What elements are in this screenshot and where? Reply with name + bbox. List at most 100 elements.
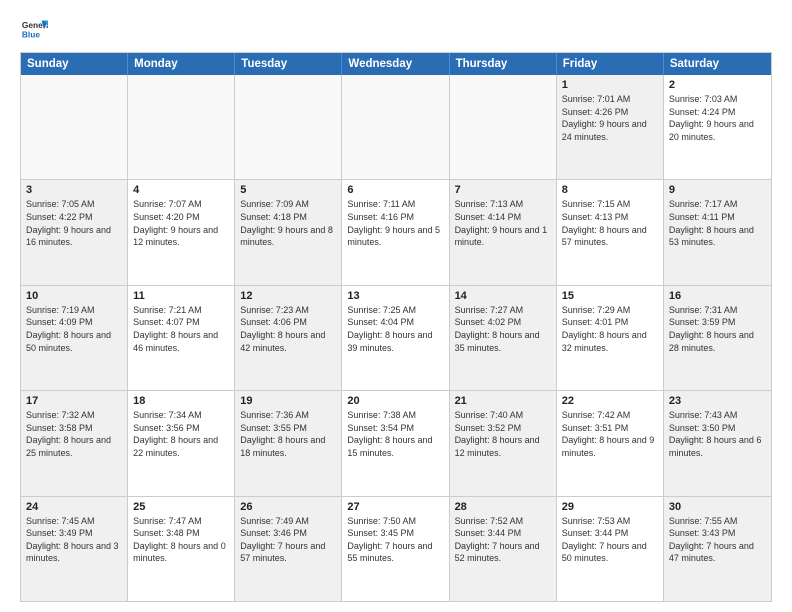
calendar-day-cell: 30 Sunrise: 7:55 AM Sunset: 3:43 PM Dayli… [664,497,771,601]
day-info: Sunrise: 7:19 AM Sunset: 4:09 PM Dayligh… [26,304,122,354]
day-info: Sunrise: 7:01 AM Sunset: 4:26 PM Dayligh… [562,93,658,143]
calendar-day-cell: 25Sunrise: 7:47 AM Sunset: 3:48 PM Dayli… [128,497,235,601]
calendar-day-cell: 6 Sunrise: 7:11 AM Sunset: 4:16 PM Daylig… [342,180,449,284]
day-number: 22 [562,395,658,407]
calendar-day-cell: 21 Sunrise: 7:40 AM Sunset: 3:52 PM Dayli… [450,391,557,495]
day-info: Sunrise: 7:17 AM Sunset: 4:11 PM Dayligh… [669,198,766,248]
day-info: Sunrise: 7:05 AM Sunset: 4:22 PM Dayligh… [26,198,122,248]
day-number: 25 [133,501,229,513]
calendar-day-cell: 27 Sunrise: 7:50 AM Sunset: 3:45 PM Dayli… [342,497,449,601]
calendar-day-cell: 26Sunrise: 7:49 AM Sunset: 3:46 PM Dayli… [235,497,342,601]
day-number: 11 [133,290,229,302]
calendar-day-cell [21,75,128,179]
calendar-day-cell: 3 Sunrise: 7:05 AM Sunset: 4:22 PM Daylig… [21,180,128,284]
page: General Blue SundayMondayTuesdayWednesda… [0,0,792,612]
day-info: Sunrise: 7:40 AM Sunset: 3:52 PM Dayligh… [455,409,551,459]
calendar-week: 10 Sunrise: 7:19 AM Sunset: 4:09 PM Dayli… [21,286,771,391]
calendar-day-cell: 5Sunrise: 7:09 AM Sunset: 4:18 PM Daylig… [235,180,342,284]
calendar-header-cell: Thursday [450,53,557,75]
day-number: 2 [669,79,766,91]
day-number: 15 [562,290,658,302]
day-number: 21 [455,395,551,407]
day-number: 29 [562,501,658,513]
calendar-day-cell: 16 Sunrise: 7:31 AM Sunset: 3:59 PM Dayli… [664,286,771,390]
day-info: Sunrise: 7:15 AM Sunset: 4:13 PM Dayligh… [562,198,658,248]
day-number: 3 [26,184,122,196]
calendar-day-cell: 2 Sunrise: 7:03 AM Sunset: 4:24 PM Daylig… [664,75,771,179]
day-info: Sunrise: 7:55 AM Sunset: 3:43 PM Dayligh… [669,515,766,565]
calendar-day-cell: 13 Sunrise: 7:25 AM Sunset: 4:04 PM Dayli… [342,286,449,390]
day-info: Sunrise: 7:27 AM Sunset: 4:02 PM Dayligh… [455,304,551,354]
calendar-day-cell: 11Sunrise: 7:21 AM Sunset: 4:07 PM Dayli… [128,286,235,390]
day-info: Sunrise: 7:03 AM Sunset: 4:24 PM Dayligh… [669,93,766,143]
day-info: Sunrise: 7:09 AM Sunset: 4:18 PM Dayligh… [240,198,336,248]
calendar-day-cell: 10 Sunrise: 7:19 AM Sunset: 4:09 PM Dayli… [21,286,128,390]
day-number: 7 [455,184,551,196]
calendar-day-cell: 29 Sunrise: 7:53 AM Sunset: 3:44 PM Dayli… [557,497,664,601]
calendar-header-cell: Wednesday [342,53,449,75]
day-number: 23 [669,395,766,407]
calendar-day-cell: 28 Sunrise: 7:52 AM Sunset: 3:44 PM Dayli… [450,497,557,601]
day-number: 18 [133,395,229,407]
calendar-day-cell: 7 Sunrise: 7:13 AM Sunset: 4:14 PM Daylig… [450,180,557,284]
day-number: 10 [26,290,122,302]
calendar-day-cell [342,75,449,179]
day-info: Sunrise: 7:11 AM Sunset: 4:16 PM Dayligh… [347,198,443,248]
day-info: Sunrise: 7:52 AM Sunset: 3:44 PM Dayligh… [455,515,551,565]
day-info: Sunrise: 7:38 AM Sunset: 3:54 PM Dayligh… [347,409,443,459]
calendar-day-cell: 8 Sunrise: 7:15 AM Sunset: 4:13 PM Daylig… [557,180,664,284]
day-info: Sunrise: 7:45 AM Sunset: 3:49 PM Dayligh… [26,515,122,565]
calendar-week: 24 Sunrise: 7:45 AM Sunset: 3:49 PM Dayli… [21,497,771,601]
day-info: Sunrise: 7:49 AM Sunset: 3:46 PM Dayligh… [240,515,336,565]
day-number: 16 [669,290,766,302]
day-info: Sunrise: 7:25 AM Sunset: 4:04 PM Dayligh… [347,304,443,354]
day-number: 28 [455,501,551,513]
calendar-day-cell: 9Sunrise: 7:17 AM Sunset: 4:11 PM Daylig… [664,180,771,284]
calendar-header-cell: Saturday [664,53,771,75]
calendar-header-cell: Monday [128,53,235,75]
calendar: SundayMondayTuesdayWednesdayThursdayFrid… [20,52,772,602]
calendar-day-cell: 14 Sunrise: 7:27 AM Sunset: 4:02 PM Dayli… [450,286,557,390]
calendar-day-cell [235,75,342,179]
calendar-day-cell: 4 Sunrise: 7:07 AM Sunset: 4:20 PM Daylig… [128,180,235,284]
day-number: 14 [455,290,551,302]
calendar-header-cell: Friday [557,53,664,75]
day-info: Sunrise: 7:07 AM Sunset: 4:20 PM Dayligh… [133,198,229,248]
calendar-week: 1 Sunrise: 7:01 AM Sunset: 4:26 PM Daylig… [21,75,771,180]
day-number: 27 [347,501,443,513]
day-info: Sunrise: 7:31 AM Sunset: 3:59 PM Dayligh… [669,304,766,354]
day-number: 20 [347,395,443,407]
calendar-day-cell: 17Sunrise: 7:32 AM Sunset: 3:58 PM Dayli… [21,391,128,495]
day-number: 24 [26,501,122,513]
calendar-day-cell: 1 Sunrise: 7:01 AM Sunset: 4:26 PM Daylig… [557,75,664,179]
calendar-header-cell: Sunday [21,53,128,75]
day-number: 30 [669,501,766,513]
day-info: Sunrise: 7:32 AM Sunset: 3:58 PM Dayligh… [26,409,122,459]
logo-icon: General Blue [20,16,48,44]
calendar-day-cell [450,75,557,179]
day-number: 13 [347,290,443,302]
day-number: 8 [562,184,658,196]
day-number: 4 [133,184,229,196]
calendar-header: SundayMondayTuesdayWednesdayThursdayFrid… [21,53,771,75]
day-info: Sunrise: 7:53 AM Sunset: 3:44 PM Dayligh… [562,515,658,565]
calendar-day-cell [128,75,235,179]
calendar-day-cell: 23 Sunrise: 7:43 AM Sunset: 3:50 PM Dayli… [664,391,771,495]
day-number: 1 [562,79,658,91]
day-info: Sunrise: 7:43 AM Sunset: 3:50 PM Dayligh… [669,409,766,459]
calendar-day-cell: 15Sunrise: 7:29 AM Sunset: 4:01 PM Dayli… [557,286,664,390]
day-info: Sunrise: 7:23 AM Sunset: 4:06 PM Dayligh… [240,304,336,354]
calendar-day-cell: 19Sunrise: 7:36 AM Sunset: 3:55 PM Dayli… [235,391,342,495]
calendar-day-cell: 18Sunrise: 7:34 AM Sunset: 3:56 PM Dayli… [128,391,235,495]
day-info: Sunrise: 7:13 AM Sunset: 4:14 PM Dayligh… [455,198,551,248]
day-info: Sunrise: 7:36 AM Sunset: 3:55 PM Dayligh… [240,409,336,459]
header: General Blue [20,16,772,44]
calendar-week: 17Sunrise: 7:32 AM Sunset: 3:58 PM Dayli… [21,391,771,496]
day-info: Sunrise: 7:50 AM Sunset: 3:45 PM Dayligh… [347,515,443,565]
day-number: 12 [240,290,336,302]
calendar-header-cell: Tuesday [235,53,342,75]
calendar-day-cell: 12 Sunrise: 7:23 AM Sunset: 4:06 PM Dayli… [235,286,342,390]
calendar-day-cell: 20 Sunrise: 7:38 AM Sunset: 3:54 PM Dayli… [342,391,449,495]
day-number: 6 [347,184,443,196]
calendar-week: 3 Sunrise: 7:05 AM Sunset: 4:22 PM Daylig… [21,180,771,285]
